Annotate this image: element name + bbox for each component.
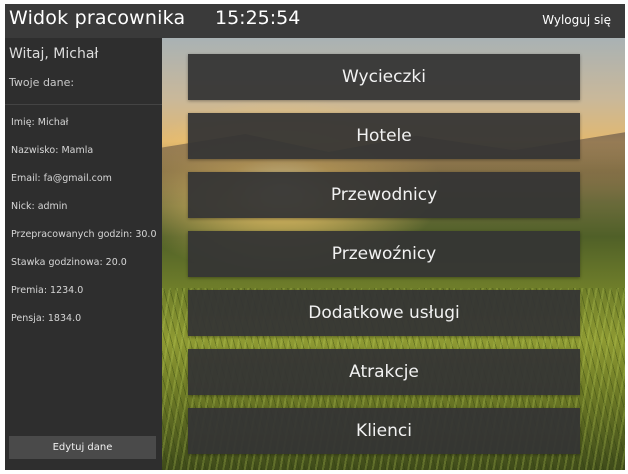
background-landscape: Wycieczki Hotele Przewodnicy Przewoźnicy… (162, 38, 625, 470)
attractions-button[interactable]: Atrakcje (188, 349, 580, 395)
info-hours-worked: Przepracowanych godzin: 30.0 (11, 229, 157, 240)
clock: 15:25:54 (215, 7, 301, 29)
additional-services-button[interactable]: Dodatkowe usługi (188, 290, 580, 336)
info-email: Email: fa@gmail.com (11, 173, 112, 184)
info-hourly-rate: Stawka godzinowa: 20.0 (11, 257, 127, 268)
divider (5, 104, 162, 105)
app-title: Widok pracownika (9, 7, 186, 29)
top-bar: Widok pracownika 15:25:54 Wyloguj się (5, 4, 625, 38)
trips-button[interactable]: Wycieczki (188, 54, 580, 100)
clients-button[interactable]: Klienci (188, 408, 580, 454)
info-bonus: Premia: 1234.0 (11, 285, 84, 296)
carriers-button[interactable]: Przewoźnicy (188, 231, 580, 277)
info-salary: Pensja: 1834.0 (11, 313, 82, 324)
info-first-name: Imię: Michał (11, 117, 69, 128)
app-window: Widok pracownika 15:25:54 Wyloguj się Wi… (5, 4, 625, 470)
greeting: Witaj, Michał (9, 46, 99, 62)
your-data-heading: Twoje dane: (9, 76, 75, 89)
logout-link[interactable]: Wyloguj się (542, 13, 611, 27)
info-nick: Nick: admin (11, 201, 68, 212)
info-last-name: Nazwisko: Mamla (11, 145, 94, 156)
guides-button[interactable]: Przewodnicy (188, 172, 580, 218)
sidebar: Witaj, Michał Twoje dane: Imię: Michał N… (5, 38, 163, 470)
edit-data-button[interactable]: Edytuj dane (9, 436, 156, 459)
hotels-button[interactable]: Hotele (188, 113, 580, 159)
